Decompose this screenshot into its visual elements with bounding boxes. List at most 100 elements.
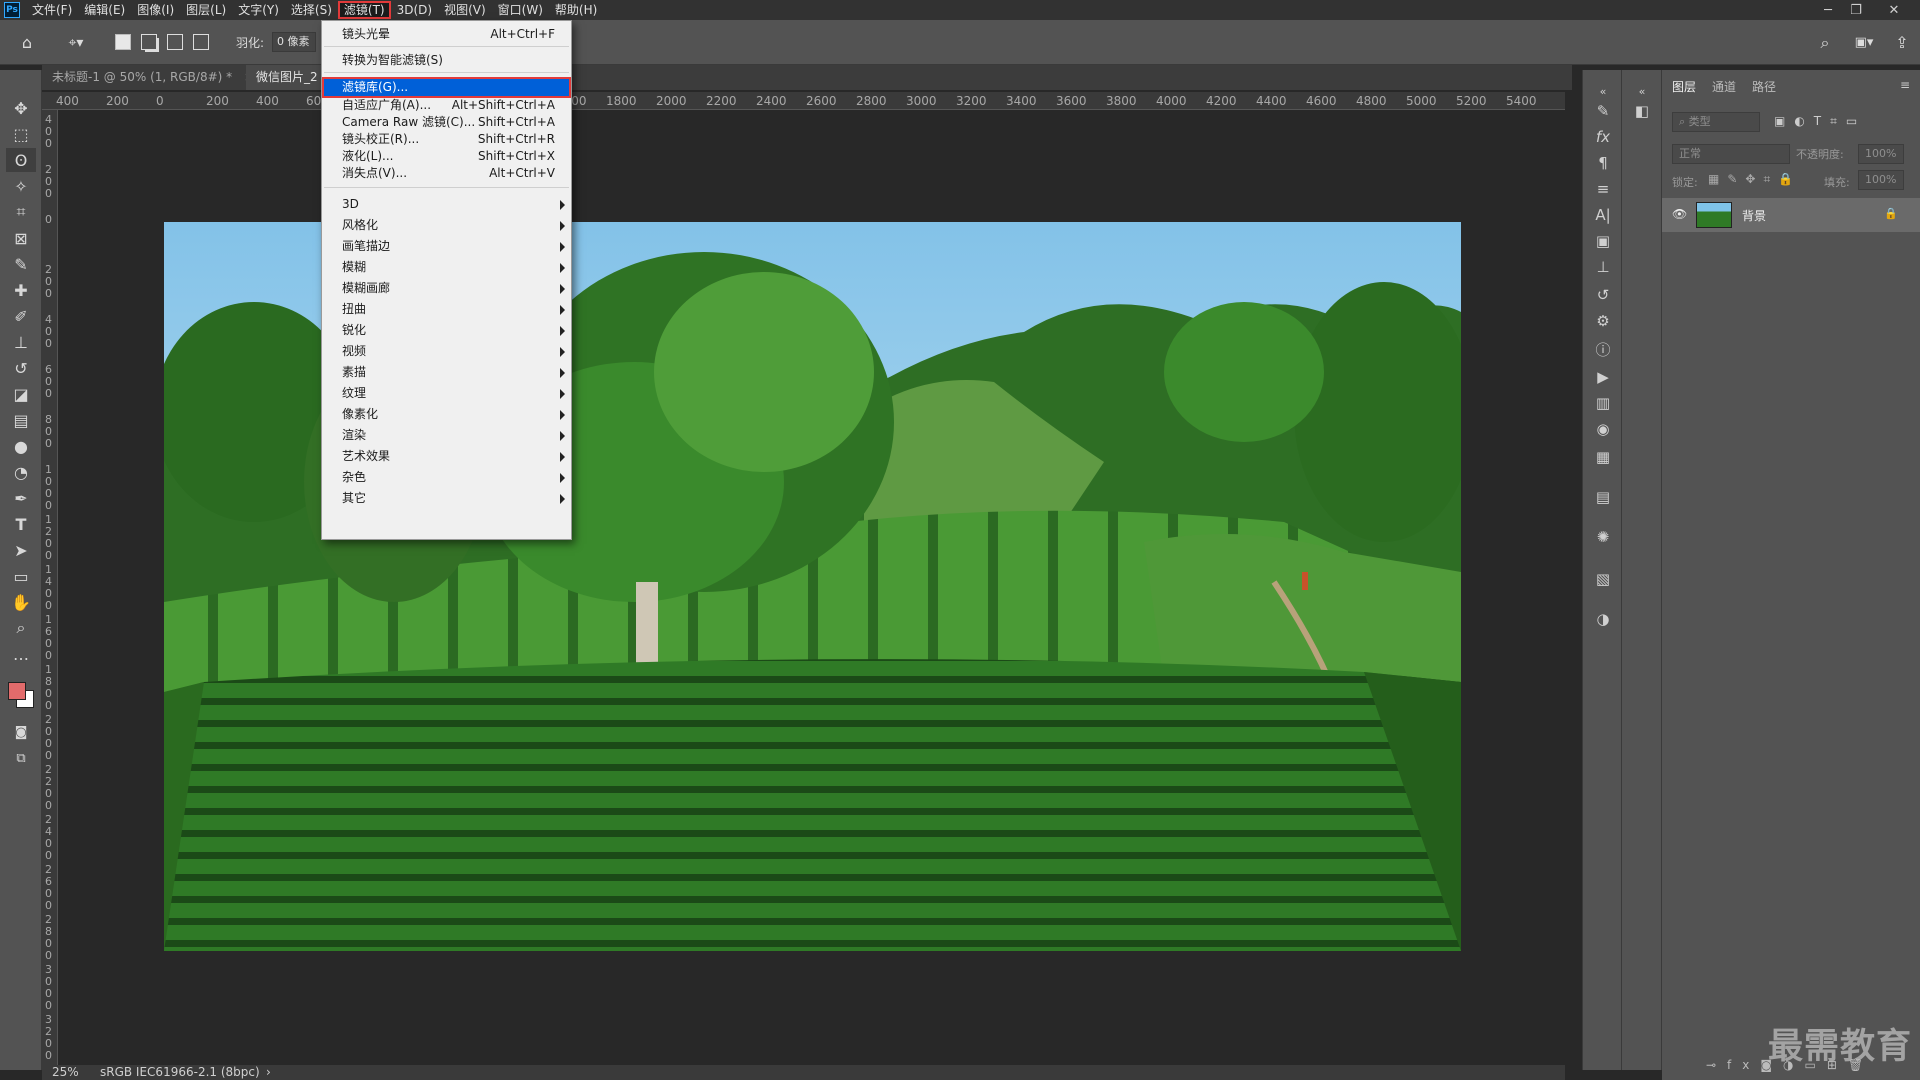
brush-tool-icon[interactable]: ✐ xyxy=(6,304,36,328)
fill-input[interactable]: 100% xyxy=(1858,170,1904,190)
tab-untitled[interactable]: 未标题-1 @ 50% (1, RGB/8#) * × xyxy=(42,65,266,90)
lasso-preset-icon[interactable]: ⌖▾ xyxy=(58,32,94,54)
eraser-tool-icon[interactable]: ◪ xyxy=(6,382,36,406)
filter-menu-item[interactable]: 转换为智能滤镜(S) xyxy=(322,50,571,71)
collapse-icon[interactable]: « xyxy=(1630,80,1654,102)
opacity-input[interactable]: 100% xyxy=(1858,144,1904,164)
libraries-icon[interactable]: ▣ xyxy=(1591,230,1615,252)
menu-edit[interactable]: 编辑(E) xyxy=(78,1,131,19)
add-selection-icon[interactable] xyxy=(141,34,157,50)
tab-channels[interactable]: 通道 xyxy=(1712,78,1736,95)
eye-icon[interactable]: 👁 xyxy=(1672,207,1687,221)
pen-tool-icon[interactable]: ✒ xyxy=(6,486,36,510)
gradient-tool-icon[interactable]: ▤ xyxy=(6,408,36,432)
filter-submenu-item[interactable]: 其它 xyxy=(322,488,571,509)
history-icon[interactable]: ↺ xyxy=(1591,284,1615,306)
panel-menu-icon[interactable]: ≡ xyxy=(1900,78,1910,92)
type-tool-icon[interactable]: T xyxy=(6,512,36,536)
menu-image[interactable]: 图像(I) xyxy=(131,1,180,19)
dodge-tool-icon[interactable]: ◔ xyxy=(6,460,36,484)
expand-panels-icon[interactable]: « xyxy=(1591,80,1615,102)
hand-tool-icon[interactable]: ✋ xyxy=(6,590,36,614)
filter-submenu-item[interactable]: 画笔描边 xyxy=(322,236,571,257)
subtract-selection-icon[interactable] xyxy=(167,34,183,50)
move-tool-icon[interactable]: ✥ xyxy=(6,96,36,120)
filter-submenu-item[interactable]: 模糊 xyxy=(322,257,571,278)
filter-submenu-item[interactable]: 模糊画廊 xyxy=(322,278,571,299)
brush-settings-icon[interactable]: ✎ xyxy=(1591,100,1615,122)
layer-filter-kind[interactable]: ⌕ 类型 xyxy=(1672,112,1760,132)
filter-menu-item[interactable]: 镜头光晕 Alt+Ctrl+F xyxy=(322,24,571,45)
filter-submenu-item[interactable]: 杂色 xyxy=(322,467,571,488)
character-icon[interactable]: A| xyxy=(1591,204,1615,226)
clone-source-icon[interactable]: ⊥ xyxy=(1591,256,1615,278)
minimize-button[interactable]: ─ xyxy=(1814,0,1842,20)
magic-wand-tool-icon[interactable]: ✧ xyxy=(6,174,36,198)
paragraph-icon[interactable]: ¶ xyxy=(1591,152,1615,174)
layer-row-background[interactable]: 👁 背景 🔒 xyxy=(1662,198,1920,232)
history-brush-tool-icon[interactable]: ↺ xyxy=(6,356,36,380)
menu-help[interactable]: 帮助(H) xyxy=(549,1,603,19)
info-icon[interactable]: ⓘ xyxy=(1591,338,1615,360)
crop-tool-icon[interactable]: ⌗ xyxy=(6,200,36,224)
menu-layer[interactable]: 图层(L) xyxy=(180,1,232,19)
stamp-tool-icon[interactable]: ⊥ xyxy=(6,330,36,354)
filter-submenu-item[interactable]: 渲染 xyxy=(322,425,571,446)
fx-icon[interactable]: fx xyxy=(1591,126,1615,148)
filter-submenu-item[interactable]: 锐化 xyxy=(322,320,571,341)
photoshop-logo-icon[interactable]: Ps xyxy=(4,2,20,18)
marquee-tool-icon[interactable]: ⬚ xyxy=(6,122,36,146)
blur-tool-icon[interactable]: ● xyxy=(6,434,36,458)
3d-icon[interactable]: ◉ xyxy=(1591,418,1615,440)
lock-icons[interactable]: ▦✎✥⌗🔒 xyxy=(1708,172,1801,187)
share-icon[interactable]: ⇪ xyxy=(1890,32,1914,54)
tab-wechat-image[interactable]: 微信图片_2 xyxy=(246,65,329,90)
more-tools-icon[interactable]: … xyxy=(6,642,36,666)
filter-submenu-item[interactable]: 纹理 xyxy=(322,383,571,404)
filter-submenu-item[interactable]: 像素化 xyxy=(322,404,571,425)
filter-submenu-item[interactable]: 风格化 xyxy=(322,215,571,236)
filter-menu-item[interactable]: 消失点(V)... Alt+Ctrl+V xyxy=(322,163,571,184)
menu-view[interactable]: 视图(V) xyxy=(438,1,492,19)
filter-submenu-item[interactable]: 艺术效果 xyxy=(322,446,571,467)
restore-button[interactable]: ❐ xyxy=(1842,0,1870,20)
filter-submenu-item[interactable]: 素描 xyxy=(322,362,571,383)
actions-play-icon[interactable]: ▶ xyxy=(1591,366,1615,388)
menu-window[interactable]: 窗口(W) xyxy=(492,1,549,19)
adjustments-icon[interactable]: ≡ xyxy=(1591,178,1615,200)
filter-submenu-item[interactable]: 视频 xyxy=(322,341,571,362)
notes-icon[interactable]: ▤ xyxy=(1591,486,1615,508)
tab-layers[interactable]: 图层 xyxy=(1672,78,1696,95)
filter-type-icons[interactable]: ▣◐T⌗▭ xyxy=(1774,114,1866,129)
swatches-icon[interactable]: ▥ xyxy=(1591,392,1615,414)
new-selection-icon[interactable] xyxy=(115,34,131,50)
workspace-icon[interactable]: ▣▾ xyxy=(1848,32,1880,54)
filter-submenu-item[interactable]: 3D xyxy=(322,194,571,215)
foreground-color-swatch[interactable] xyxy=(8,682,26,700)
tab-paths[interactable]: 路径 xyxy=(1752,78,1776,95)
table-icon[interactable]: ▦ xyxy=(1591,446,1615,468)
menu-3d[interactable]: 3D(D) xyxy=(391,1,438,19)
menu-type[interactable]: 文字(Y) xyxy=(232,1,285,19)
blend-mode-select[interactable]: 正常 xyxy=(1672,144,1790,164)
eyedropper-tool-icon[interactable]: ✎ xyxy=(6,252,36,276)
color-panel-icon[interactable]: ◧ xyxy=(1630,100,1654,122)
lasso-tool-icon[interactable]: ʘ xyxy=(6,148,36,172)
menu-file[interactable]: 文件(F) xyxy=(26,1,78,19)
status-arrow-icon[interactable]: › xyxy=(266,1065,271,1079)
filter-submenu-item[interactable]: 扭曲 xyxy=(322,299,571,320)
intersect-selection-icon[interactable] xyxy=(193,34,209,50)
zoom-tool-icon[interactable]: ⌕ xyxy=(6,616,36,640)
rectangle-tool-icon[interactable]: ▭ xyxy=(6,564,36,588)
home-icon[interactable]: ⌂ xyxy=(14,32,40,54)
healing-brush-tool-icon[interactable]: ✚ xyxy=(6,278,36,302)
frame-tool-icon[interactable]: ⊠ xyxy=(6,226,36,250)
styles-icon[interactable]: ◑ xyxy=(1591,608,1615,630)
menu-select[interactable]: 选择(S) xyxy=(285,1,338,19)
menu-filter[interactable]: 滤镜(T) xyxy=(337,1,391,19)
path-selection-tool-icon[interactable]: ➤ xyxy=(6,538,36,562)
zoom-level[interactable]: 25% xyxy=(52,1065,79,1079)
properties-icon[interactable]: ⚙ xyxy=(1591,310,1615,332)
screen-mode-icon[interactable]: ⧉ xyxy=(6,746,36,770)
navigator-icon[interactable]: ✺ xyxy=(1591,526,1615,548)
